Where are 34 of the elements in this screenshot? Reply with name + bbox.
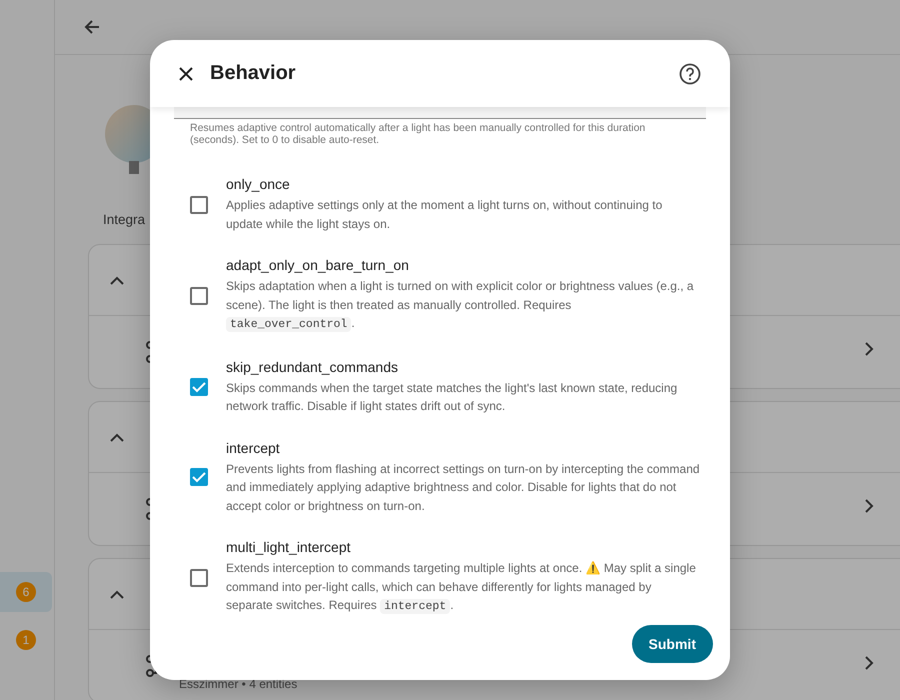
option-name: skip_redundant_commands: [226, 358, 399, 374]
chevron-right-icon: [865, 342, 874, 356]
option-name: intercept: [226, 440, 281, 456]
option-name: adapt_only_on_bare_turn_on: [226, 257, 410, 273]
sidebar-item[interactable]: 6: [0, 572, 52, 612]
chevron-right-icon: [865, 499, 874, 513]
close-icon: [179, 66, 193, 80]
chevron-up-icon: [110, 590, 124, 598]
section-label: Integra: [103, 212, 146, 229]
chevron-right-icon: [865, 656, 874, 670]
count-badge: 6: [16, 582, 36, 602]
option-description: Skips adaptation when a light is turned on with explicit color or brightness values (e.g., a scene). The light is then treated as manually controlled. Requires take_over_control .: [226, 278, 695, 334]
checkbox[interactable]: [190, 378, 208, 396]
help-icon: [679, 62, 701, 84]
row-subtitle: Esszimmer • 4 entities: [179, 677, 298, 691]
checkbox[interactable]: [190, 196, 208, 214]
chevron-up-icon: [110, 432, 124, 442]
input-field[interactable]: [174, 107, 706, 119]
chevron-up-icon: [110, 276, 124, 284]
option-description: Skips commands when the target state matches the light's last known state, reducing network traffic. Disable if light states drift out of sync.: [226, 380, 678, 415]
checkbox[interactable]: [190, 468, 208, 486]
checkbox[interactable]: [190, 568, 208, 587]
checkbox[interactable]: [190, 286, 208, 305]
sidebar-item[interactable]: 1: [0, 620, 52, 660]
field-helper-text: Resumes adaptive control automatically after a light has been manually controlled for this duration (seconds). Set to 0 to disable auto-reset.: [189, 121, 646, 146]
option-description: Applies adaptive settings only at the moment a light turns on, without continuing to update while the light stays on.: [226, 197, 664, 232]
count-badge: 1: [16, 630, 36, 650]
option-name: only_once: [226, 176, 291, 192]
dialog-title: Behavior: [210, 62, 297, 85]
option-description: Extends interception to commands targeting multiple lights at once. ⚠ May split a single command into per-light calls, which can behave differently for lights managed by separate switches. Requires intercept .: [226, 560, 697, 616]
arrow-left-icon: [84, 19, 100, 35]
option-name: multi_light_intercept: [226, 539, 352, 555]
option-description: Prevents lights from flashing at incorrect settings on turn-on by intercepting the command and immediately applying adaptive brightness and color. Disable for lights that do not accept color or brightness on turn-on.: [226, 460, 700, 514]
submit-button[interactable]: Submit: [632, 625, 713, 663]
